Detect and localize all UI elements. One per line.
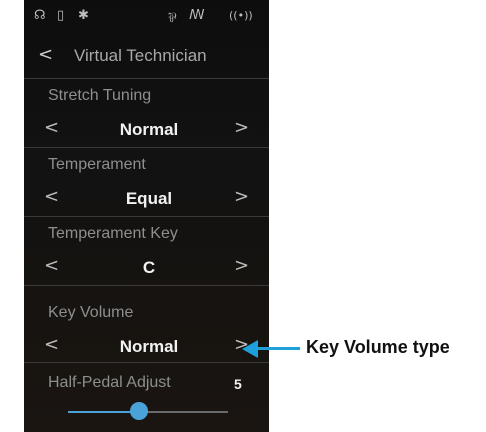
setting-value: C bbox=[142, 258, 156, 277]
decrease-arrow-button[interactable]: < bbox=[44, 255, 59, 276]
setting-key-volume: Key Volume < Normal > bbox=[24, 286, 269, 363]
audio-recorder-icon: ꟿ bbox=[189, 8, 205, 23]
setting-label: Stretch Tuning bbox=[48, 87, 152, 104]
setting-value: Equal bbox=[125, 189, 173, 208]
bluetooth-icon: ✱ bbox=[78, 8, 89, 23]
setting-value: Normal bbox=[119, 337, 179, 356]
slider-value: 5 bbox=[234, 376, 242, 392]
decrease-arrow-button[interactable]: < bbox=[44, 117, 59, 138]
usb-icon: ▯ bbox=[57, 8, 65, 23]
piano-app-screen: ☊ ▯ ✱ ⅌ ꟿ ((•)) < Virtual Technician Str… bbox=[24, 0, 269, 432]
decrease-arrow-button[interactable]: < bbox=[44, 334, 59, 355]
half-pedal-slider[interactable] bbox=[68, 402, 228, 420]
headphones-icon: ☊ bbox=[34, 8, 46, 23]
increase-arrow-button[interactable]: > bbox=[234, 255, 249, 276]
status-bar: ☊ ▯ ✱ ⅌ ꟿ ((•)) bbox=[24, 8, 269, 30]
decrease-arrow-button[interactable]: < bbox=[44, 186, 59, 207]
back-button[interactable]: < bbox=[38, 44, 53, 65]
callout-arrow-icon bbox=[242, 340, 258, 358]
microphone-icon: ⅌ bbox=[168, 11, 177, 26]
increase-arrow-button[interactable]: > bbox=[234, 186, 249, 207]
setting-label: Half-Pedal Adjust bbox=[48, 374, 171, 391]
setting-label: Key Volume bbox=[48, 304, 134, 321]
wireless-icon: ((•)) bbox=[229, 9, 253, 22]
slider-fill bbox=[68, 411, 140, 413]
setting-label: Temperament bbox=[48, 156, 146, 173]
header: < Virtual Technician bbox=[24, 40, 269, 79]
setting-temperament-key: Temperament Key < C > bbox=[24, 217, 269, 286]
slider-thumb[interactable] bbox=[130, 402, 149, 420]
setting-half-pedal-adjust: Half-Pedal Adjust 5 bbox=[24, 363, 269, 432]
increase-arrow-button[interactable]: > bbox=[234, 117, 249, 138]
setting-temperament: Temperament < Equal > bbox=[24, 148, 269, 217]
setting-label: Temperament Key bbox=[48, 225, 178, 242]
setting-value: Normal bbox=[119, 120, 179, 139]
callout-label: Key Volume type bbox=[306, 337, 450, 357]
setting-stretch-tuning: Stretch Tuning < Normal > bbox=[24, 79, 269, 148]
page-title: Virtual Technician bbox=[74, 46, 207, 65]
